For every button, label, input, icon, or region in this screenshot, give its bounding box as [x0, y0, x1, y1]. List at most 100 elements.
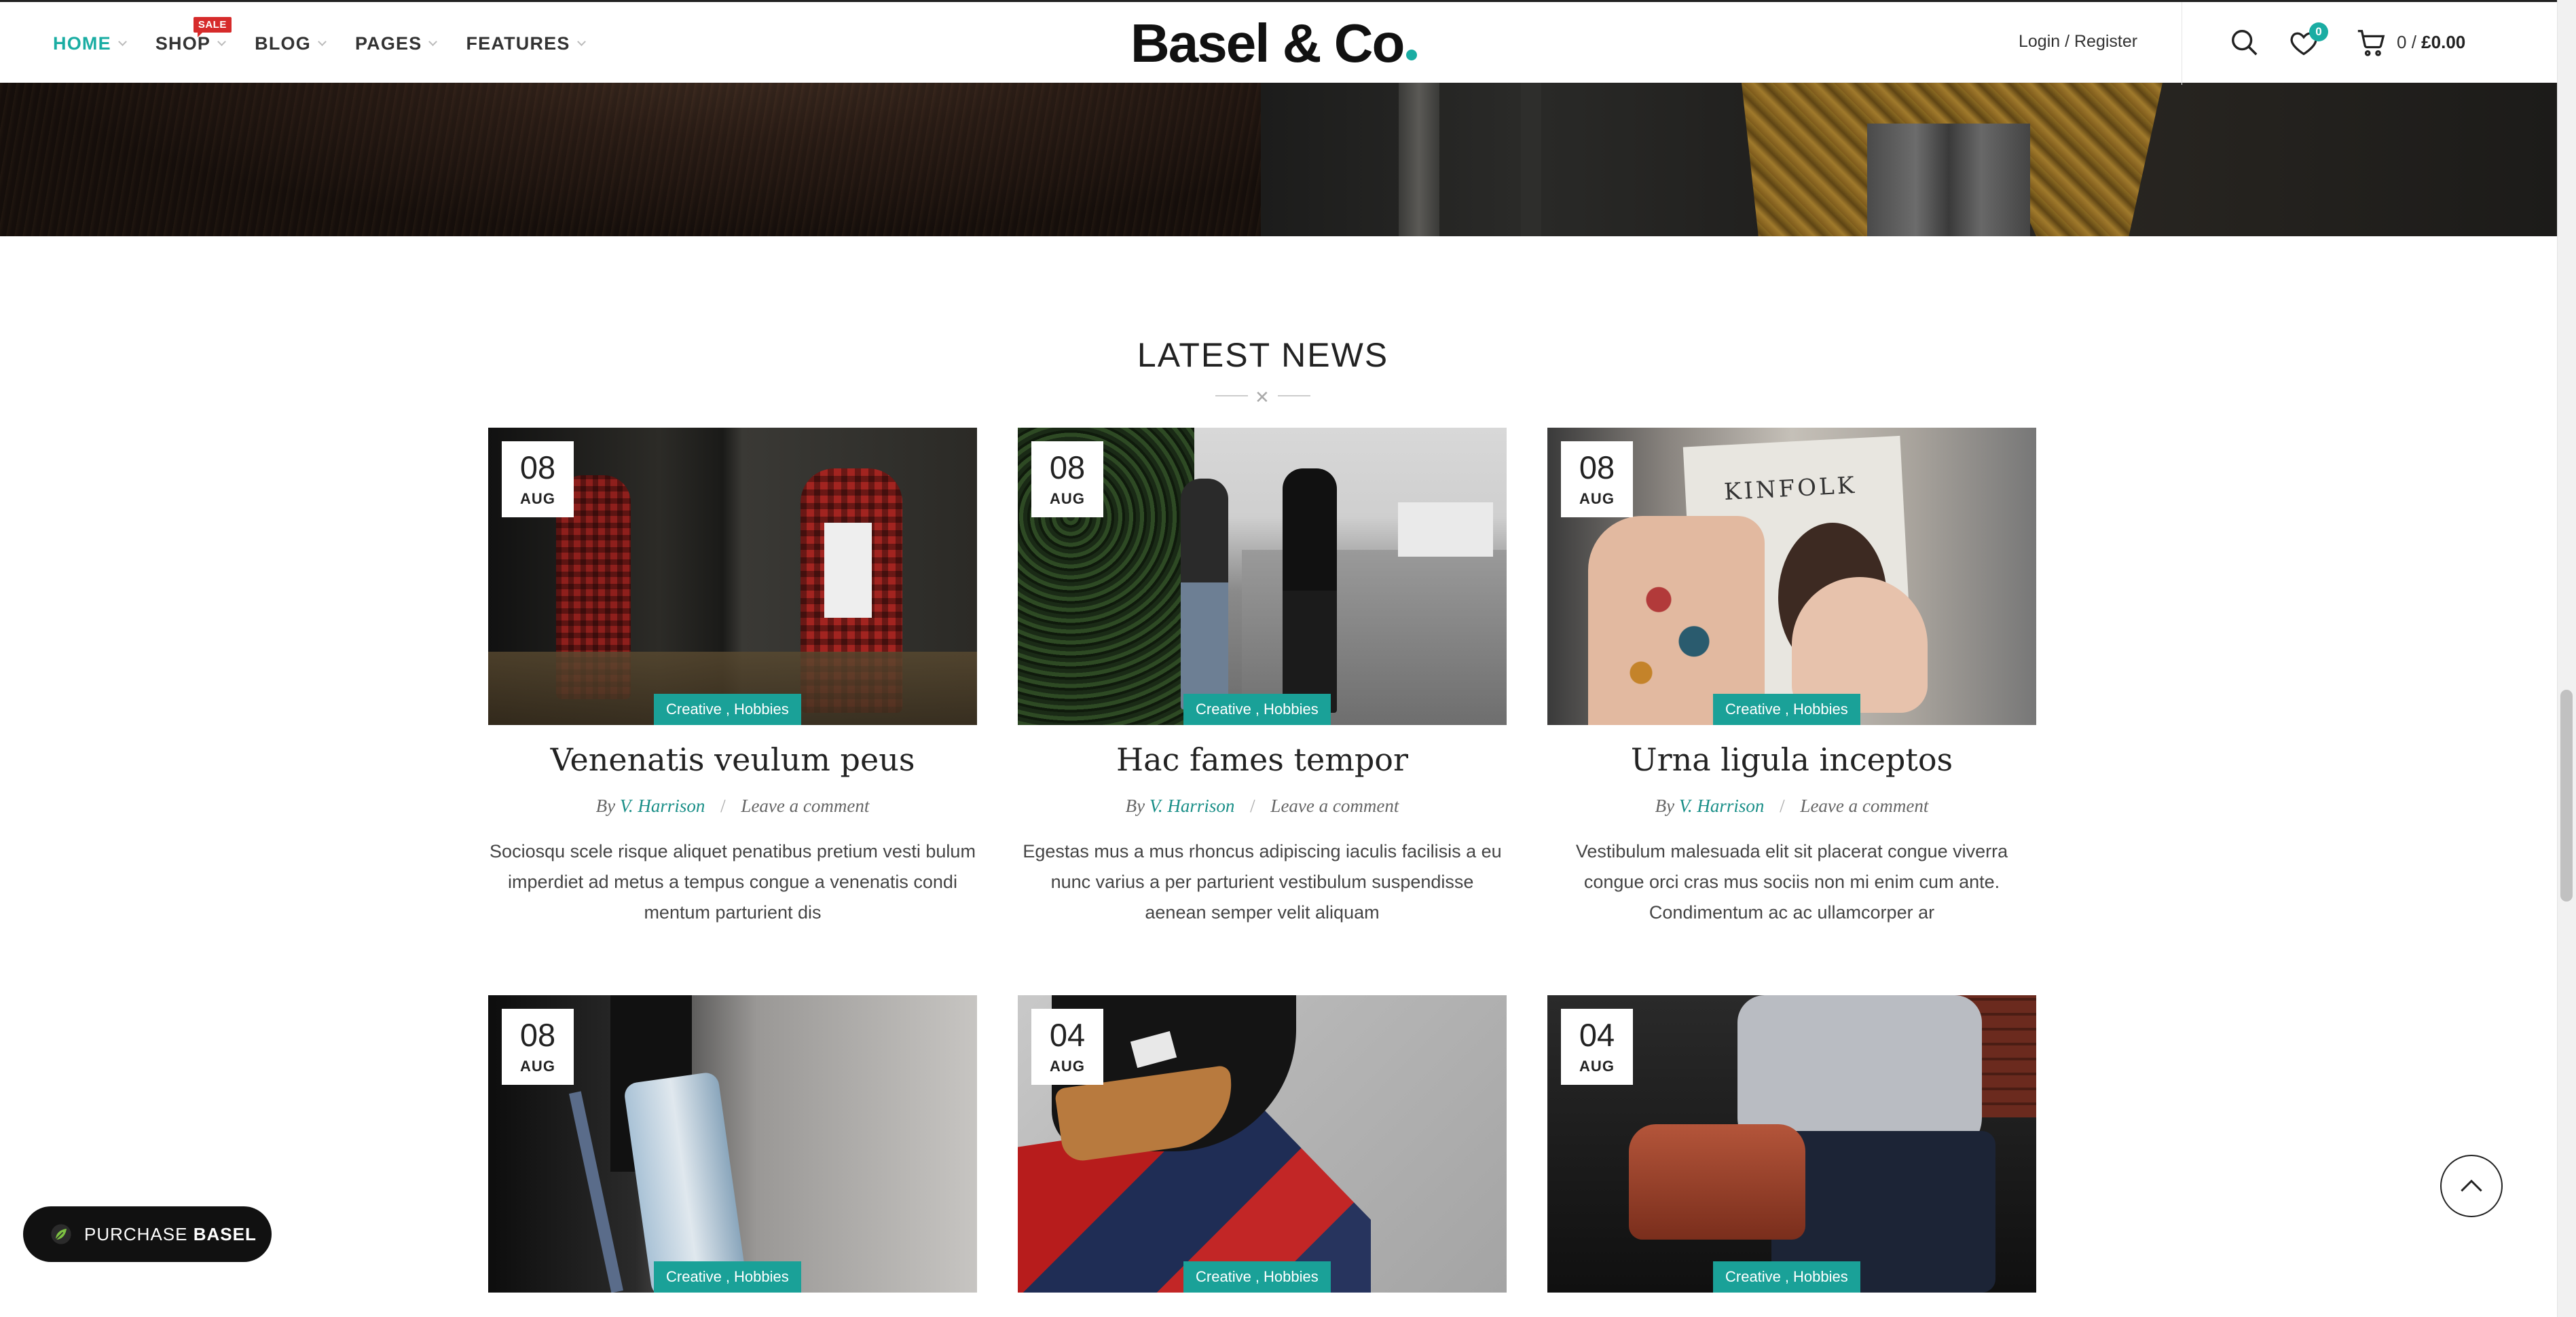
- cart-button[interactable]: [2351, 22, 2391, 63]
- post-image[interactable]: 08 AUG Creative, Hobbies: [488, 428, 977, 725]
- post-title[interactable]: Urna ligula inceptos: [1547, 741, 2036, 778]
- author-link[interactable]: V. Harrison: [620, 796, 705, 816]
- post-image[interactable]: 04 AUG Creative, Hobbies: [1547, 995, 2036, 1293]
- scrollbar-thumb[interactable]: [2560, 690, 2573, 902]
- chevron-down-icon: [217, 37, 227, 46]
- date-day: 08: [1049, 449, 1086, 485]
- date-badge: 08 AUG: [502, 1009, 574, 1085]
- image-decor: [1181, 479, 1228, 709]
- chevron-down-icon: [576, 37, 586, 46]
- category-sep: ,: [725, 1268, 731, 1285]
- image-decor: [1792, 577, 1928, 713]
- date-month: AUG: [1050, 1057, 1085, 1075]
- nav-item-home[interactable]: HOME: [53, 33, 127, 54]
- search-icon: [2232, 30, 2258, 56]
- comment-link[interactable]: Leave a comment: [741, 796, 869, 816]
- wishlist-button[interactable]: 0: [2283, 22, 2328, 63]
- purchase-basel-button[interactable]: PURCHASE BASEL: [23, 1206, 272, 1262]
- author-link[interactable]: V. Harrison: [1149, 796, 1235, 816]
- post-meta: By V. Harrison / Leave a comment: [488, 796, 977, 817]
- category-link[interactable]: Hobbies: [734, 1268, 789, 1286]
- hero-banner-strip: [0, 83, 2557, 236]
- post-title[interactable]: Venenatis veulum peus: [488, 741, 977, 778]
- byline-prefix: By: [1125, 796, 1145, 816]
- date-month: AUG: [1050, 489, 1085, 507]
- login-register-link[interactable]: Login / Register: [2019, 32, 2137, 52]
- scrollbar-track[interactable]: [2557, 0, 2576, 1317]
- category-link[interactable]: Creative: [666, 1268, 722, 1286]
- nav-label: HOME: [53, 33, 111, 54]
- date-badge: 08 AUG: [1031, 441, 1103, 517]
- comment-link[interactable]: Leave a comment: [1800, 796, 1928, 816]
- category-link[interactable]: Hobbies: [1264, 1268, 1319, 1286]
- post-image[interactable]: 08 AUG Creative, Hobbies: [1018, 428, 1507, 725]
- byline-prefix: By: [595, 796, 616, 816]
- post-excerpt: Egestas mus a mus rhoncus adipiscing iac…: [1023, 841, 1502, 923]
- image-decor: [824, 523, 872, 618]
- cart-summary[interactable]: 0 / £0.00: [2397, 32, 2465, 53]
- logo-dot: [1406, 50, 1418, 60]
- chevron-up-icon: [2461, 1179, 2482, 1192]
- site-logo[interactable]: Basel & Co: [1130, 13, 1418, 74]
- purchase-brand: BASEL: [193, 1223, 257, 1244]
- nav-item-shop[interactable]: SHOP SALE: [155, 16, 232, 54]
- date-month: AUG: [520, 1057, 555, 1075]
- hero-decor: [1521, 83, 1541, 236]
- meta-separator: /: [720, 796, 726, 816]
- comment-link[interactable]: Leave a comment: [1270, 796, 1399, 816]
- date-month: AUG: [520, 489, 555, 507]
- category-tags: Creative, Hobbies: [1183, 1261, 1331, 1293]
- image-decor: [1629, 1124, 1805, 1240]
- separator-line: [1215, 395, 1248, 396]
- category-link[interactable]: Hobbies: [1264, 701, 1319, 718]
- post-image[interactable]: KINFOLK 08 AUG Creative, Hobbies: [1547, 428, 2036, 725]
- category-tags: Creative, Hobbies: [1183, 694, 1331, 725]
- post-meta: By V. Harrison / Leave a comment: [1018, 796, 1507, 817]
- category-link[interactable]: Creative: [1725, 1268, 1781, 1286]
- category-tags: Creative, Hobbies: [654, 1261, 801, 1293]
- category-link[interactable]: Creative: [666, 701, 722, 718]
- nav-item-pages[interactable]: PAGES: [354, 33, 438, 54]
- nav-item-features[interactable]: FEATURES: [466, 33, 586, 54]
- post-meta: By V. Harrison / Leave a comment: [1547, 796, 2036, 817]
- main-nav: HOME SHOP SALE BLOG PAGES FEATURES: [53, 2, 586, 85]
- date-badge: 04 AUG: [1031, 1009, 1103, 1085]
- nav-label: FEATURES: [466, 33, 570, 54]
- category-link[interactable]: Hobbies: [1793, 1268, 1848, 1286]
- meta-separator: /: [1780, 796, 1785, 816]
- category-sep: ,: [725, 701, 731, 718]
- post-title[interactable]: Hac fames tempor: [1018, 741, 1507, 778]
- category-tags: Creative, Hobbies: [1713, 1261, 1860, 1293]
- date-badge: 04 AUG: [1561, 1009, 1633, 1085]
- search-button[interactable]: [2224, 22, 2265, 63]
- chevron-down-icon: [428, 37, 438, 46]
- category-sep: ,: [1255, 701, 1260, 718]
- category-link[interactable]: Hobbies: [1793, 701, 1848, 718]
- category-link[interactable]: Creative: [1196, 701, 1251, 718]
- category-link[interactable]: Creative: [1196, 1268, 1251, 1286]
- post-image[interactable]: 08 AUG Creative, Hobbies: [488, 995, 977, 1293]
- scroll-to-top-button[interactable]: [2440, 1155, 2503, 1217]
- category-sep: ,: [1784, 701, 1790, 718]
- site-header: HOME SHOP SALE BLOG PAGES FEATURES Basel…: [0, 0, 2557, 85]
- date-badge: 08 AUG: [502, 441, 574, 517]
- category-link[interactable]: Hobbies: [734, 701, 789, 718]
- byline-prefix: By: [1655, 796, 1675, 816]
- author-link[interactable]: V. Harrison: [1679, 796, 1765, 816]
- date-month: AUG: [1579, 1057, 1615, 1075]
- date-day: 04: [1049, 1016, 1086, 1053]
- nav-label: BLOG: [255, 33, 311, 54]
- post-excerpt: Sociosqu scele risque aliquet penatibus …: [490, 841, 976, 923]
- date-month: AUG: [1579, 489, 1615, 507]
- cart-separator: /: [2411, 32, 2416, 52]
- date-day: 08: [1579, 449, 1615, 485]
- nav-label: PAGES: [354, 33, 422, 54]
- purchase-label: PURCHASE BASEL: [84, 1224, 257, 1245]
- nav-label: SHOP: [155, 33, 211, 54]
- post-image[interactable]: 04 AUG Creative, Hobbies: [1018, 995, 1507, 1293]
- category-sep: ,: [1255, 1268, 1260, 1285]
- close-icon: ✕: [1255, 387, 1270, 407]
- category-link[interactable]: Creative: [1725, 701, 1781, 718]
- section-title: LATEST NEWS: [1137, 336, 1389, 374]
- nav-item-blog[interactable]: BLOG: [255, 33, 327, 54]
